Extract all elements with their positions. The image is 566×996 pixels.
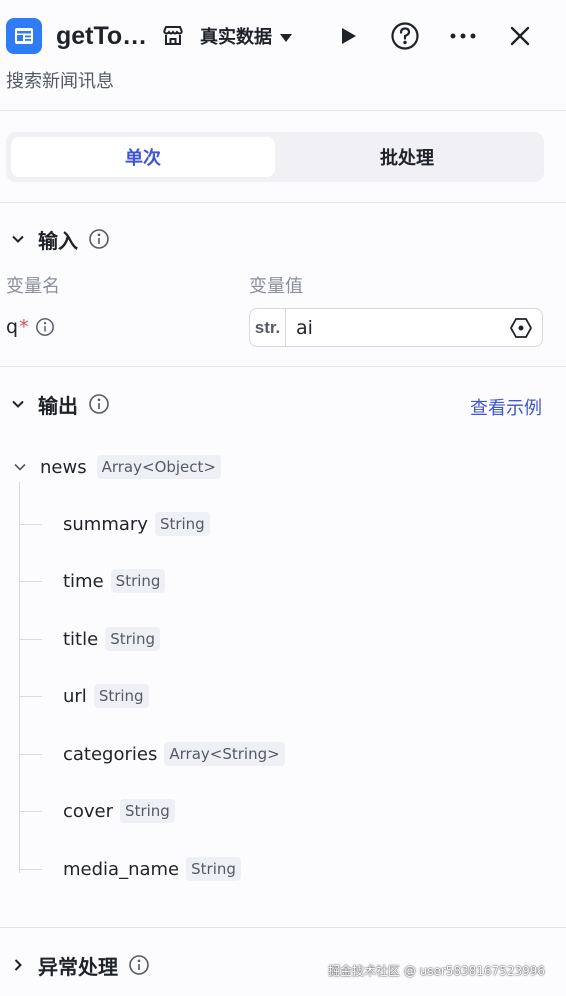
- info-icon[interactable]: [88, 393, 110, 415]
- close-button[interactable]: [504, 20, 536, 52]
- chevron-right-icon: [8, 955, 28, 975]
- field-name: cover: [63, 800, 114, 822]
- play-icon: [342, 28, 356, 44]
- output-section-header[interactable]: 输出: [8, 388, 110, 420]
- tab-single[interactable]: 单次: [11, 137, 275, 177]
- field-name: title: [63, 628, 99, 650]
- field-type-tag: Array<String>: [164, 742, 285, 766]
- help-icon: [391, 22, 419, 50]
- info-icon[interactable]: [35, 317, 55, 337]
- divider: [0, 202, 566, 203]
- close-icon: [510, 26, 530, 46]
- variable-value-input[interactable]: str. ai: [249, 308, 543, 347]
- info-icon[interactable]: [88, 228, 110, 250]
- store-icon[interactable]: [160, 23, 186, 49]
- output-section-title: 输出: [38, 393, 78, 418]
- more-button[interactable]: [447, 20, 479, 52]
- caret-down-icon: [280, 33, 292, 42]
- data-mode-label: 真实数据: [200, 27, 272, 48]
- required-mark: *: [19, 316, 29, 338]
- output-field-cover: cover String: [20, 796, 175, 826]
- field-type-tag: String: [154, 512, 210, 536]
- plugin-description: 搜索新闻讯息: [6, 71, 114, 92]
- data-mode-select[interactable]: 真实数据: [200, 20, 292, 52]
- variable-name-label: q: [6, 316, 19, 338]
- field-name: url: [63, 685, 87, 707]
- panel-header: getTo… 真实数据: [0, 0, 566, 70]
- output-field-title: title String: [20, 624, 160, 654]
- app-icon: [6, 18, 42, 54]
- input-section-header[interactable]: 输入: [8, 223, 110, 255]
- field-type-tag: String: [110, 569, 166, 593]
- view-example-link[interactable]: 查看示例: [470, 394, 542, 420]
- output-field-summary: summary String: [20, 509, 210, 539]
- divider: [0, 110, 566, 111]
- chevron-down-icon: [8, 394, 28, 414]
- field-type-tag: String: [105, 627, 160, 651]
- chevron-down-icon: [8, 229, 28, 249]
- run-button[interactable]: [332, 20, 364, 52]
- variable-value-header: 变量值: [249, 276, 303, 297]
- field-name: media_name: [63, 858, 180, 880]
- output-field-url: url String: [20, 681, 149, 711]
- output-tree-root[interactable]: news Array<Object>: [10, 453, 221, 481]
- plugin-title: getTo…: [56, 22, 148, 50]
- variable-icon[interactable]: [508, 315, 534, 341]
- field-name: categories: [63, 743, 158, 765]
- type-tag[interactable]: str.: [250, 309, 286, 346]
- info-icon[interactable]: [128, 954, 150, 976]
- watermark: 掘金技术社区 @ user5838167523996: [328, 964, 546, 978]
- field-type-tag: String: [186, 857, 241, 881]
- input-section-title: 输入: [38, 228, 78, 253]
- field-name: summary: [63, 513, 148, 535]
- run-mode-tabs: 单次 批处理: [6, 132, 544, 182]
- divider: [0, 927, 566, 928]
- field-name: time: [63, 570, 104, 592]
- output-field-time: time String: [20, 566, 166, 596]
- tab-batch[interactable]: 批处理: [275, 137, 539, 177]
- variable-name-header: 变量名: [6, 276, 60, 297]
- field-type-tag: String: [120, 799, 175, 823]
- field-type-tag: String: [93, 684, 149, 708]
- output-field-categories: categories Array<String>: [20, 739, 285, 769]
- output-field-media-name: media_name String: [20, 854, 241, 884]
- exception-section-title: 异常处理: [38, 954, 118, 979]
- more-icon: [450, 33, 476, 39]
- variable-value-text[interactable]: ai: [286, 317, 508, 339]
- divider: [0, 366, 566, 367]
- input-variable-name: q *: [6, 314, 55, 340]
- chevron-down-icon: [10, 457, 30, 477]
- help-button[interactable]: [389, 20, 421, 52]
- field-type-tag: Array<Object>: [96, 455, 221, 479]
- field-name: news: [40, 456, 87, 478]
- exception-section-header[interactable]: 异常处理: [8, 949, 150, 981]
